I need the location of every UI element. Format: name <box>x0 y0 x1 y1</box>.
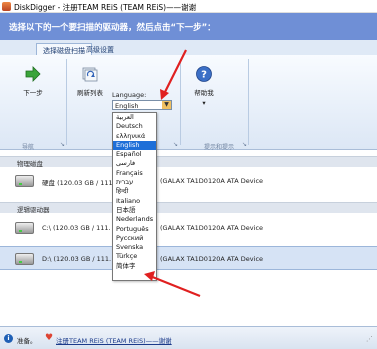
hard-drive-icon <box>15 175 34 187</box>
svg-text:?: ? <box>201 70 207 81</box>
instruction-text: 选择以下的一个要扫描的驱动器，然后点击“下一步”： <box>9 23 216 33</box>
help-label: 帮助我 <box>194 89 214 97</box>
heart-icon: ♥ <box>45 333 54 343</box>
status-text: 准备。 <box>17 337 37 345</box>
language-label: Language: <box>112 91 147 99</box>
help-button[interactable]: ? 帮助我 ▾ <box>186 65 222 107</box>
language-option[interactable]: Português <box>113 225 156 234</box>
help-dropdown-icon[interactable]: ▾ <box>186 99 222 107</box>
language-value: English <box>115 102 139 110</box>
refresh-button[interactable]: 刷新列表 <box>72 65 108 97</box>
language-option[interactable]: English <box>113 140 156 151</box>
next-arrow-icon <box>25 66 41 82</box>
logical-drives-header: 逻辑驱动器 <box>0 202 377 214</box>
drive-row-physical[interactable]: 硬盘 (120.03 GB / 111. (GALAX TA1D0120A AT… <box>0 169 377 193</box>
language-option[interactable]: Español <box>113 150 156 159</box>
drive-row-d[interactable]: D:\ (120.03 GB / 111. (GALAX TA1D0120A A… <box>0 246 377 270</box>
language-option[interactable]: ελληνικά <box>113 132 156 141</box>
drive-name: C:\ (120.03 GB / 111. <box>42 224 111 232</box>
language-option[interactable]: Italiano <box>113 197 156 206</box>
refresh-icon <box>82 67 98 82</box>
language-option[interactable]: हिन्दी <box>113 187 156 196</box>
window-title: DiskDigger - 注册TEAM REiS (TEAM REiS)——谢谢 <box>14 3 197 12</box>
drive-model: (GALAX TA1D0120A ATA Device <box>160 224 264 232</box>
language-option[interactable]: עברית <box>113 178 156 187</box>
language-option[interactable]: 简体字 <box>113 262 156 271</box>
hard-drive-icon <box>15 253 34 265</box>
language-option[interactable]: Русский <box>113 234 156 243</box>
language-dropdown[interactable]: العربية Deutsch ελληνικά English Español فارس… <box>112 112 157 281</box>
ribbon: 下一步 导航 ↘ 刷新列表 Language: English ▼ ↘ ? 帮助… <box>0 55 377 151</box>
group-hint-launcher-icon[interactable]: ↘ <box>242 141 247 148</box>
hard-drive-icon <box>15 222 34 234</box>
chevron-down-icon[interactable]: ▼ <box>162 101 171 109</box>
language-option[interactable]: Français <box>113 169 156 178</box>
drive-list: 物理磁盘 硬盘 (120.03 GB / 111. (GALAX TA1D012… <box>0 150 377 326</box>
next-label: 下一步 <box>23 89 43 97</box>
drive-name: D:\ (120.03 GB / 111. <box>42 255 112 263</box>
group-language-launcher-icon[interactable]: ↘ <box>173 141 178 148</box>
ribbon-separator <box>180 59 181 145</box>
language-option[interactable]: العربية <box>113 113 156 122</box>
ribbon-separator <box>248 59 249 145</box>
title-bar: DiskDigger - 注册TEAM REiS (TEAM REiS)——谢谢 <box>0 0 377 13</box>
language-option[interactable]: Nederlands <box>113 215 156 224</box>
language-option[interactable]: Svenska <box>113 243 156 252</box>
app-icon <box>2 2 11 11</box>
ribbon-separator <box>66 59 67 145</box>
instruction-banner: 选择以下的一个要扫描的驱动器，然后点击“下一步”： <box>0 13 377 40</box>
help-icon: ? <box>196 66 212 82</box>
physical-disks-header: 物理磁盘 <box>0 156 377 168</box>
resize-grip-icon[interactable]: ⋰ <box>366 335 373 343</box>
language-select[interactable]: English ▼ <box>112 100 172 110</box>
next-button[interactable]: 下一步 <box>14 65 52 97</box>
info-icon: i <box>4 334 13 343</box>
drive-name: 硬盘 (120.03 GB / 111. <box>42 179 115 187</box>
drive-row-c[interactable]: C:\ (120.03 GB / 111. (GALAX TA1D0120A A… <box>0 216 377 240</box>
tab-advanced[interactable]: 高级设置 <box>80 43 120 55</box>
drive-model: (GALAX TA1D0120A ATA Device <box>160 177 264 185</box>
group-nav-launcher-icon[interactable]: ↘ <box>60 141 65 148</box>
language-option[interactable]: فارسی <box>113 159 156 168</box>
ribbon-tabs: 选择磁盘扫描 高级设置 <box>0 40 377 55</box>
language-option[interactable]: Deutsch <box>113 122 156 131</box>
register-link[interactable]: 注册TEAM REiS (TEAM REiS)——谢谢 <box>56 335 172 345</box>
refresh-label: 刷新列表 <box>77 89 103 97</box>
language-option[interactable]: Türkçe <box>113 252 156 261</box>
drive-model: (GALAX TA1D0120A ATA Device <box>160 255 264 263</box>
status-bar: i 准备。 ♥ 注册TEAM REiS (TEAM REiS)——谢谢 ⋰ <box>0 326 377 349</box>
language-option[interactable]: 日本語 <box>113 206 156 215</box>
